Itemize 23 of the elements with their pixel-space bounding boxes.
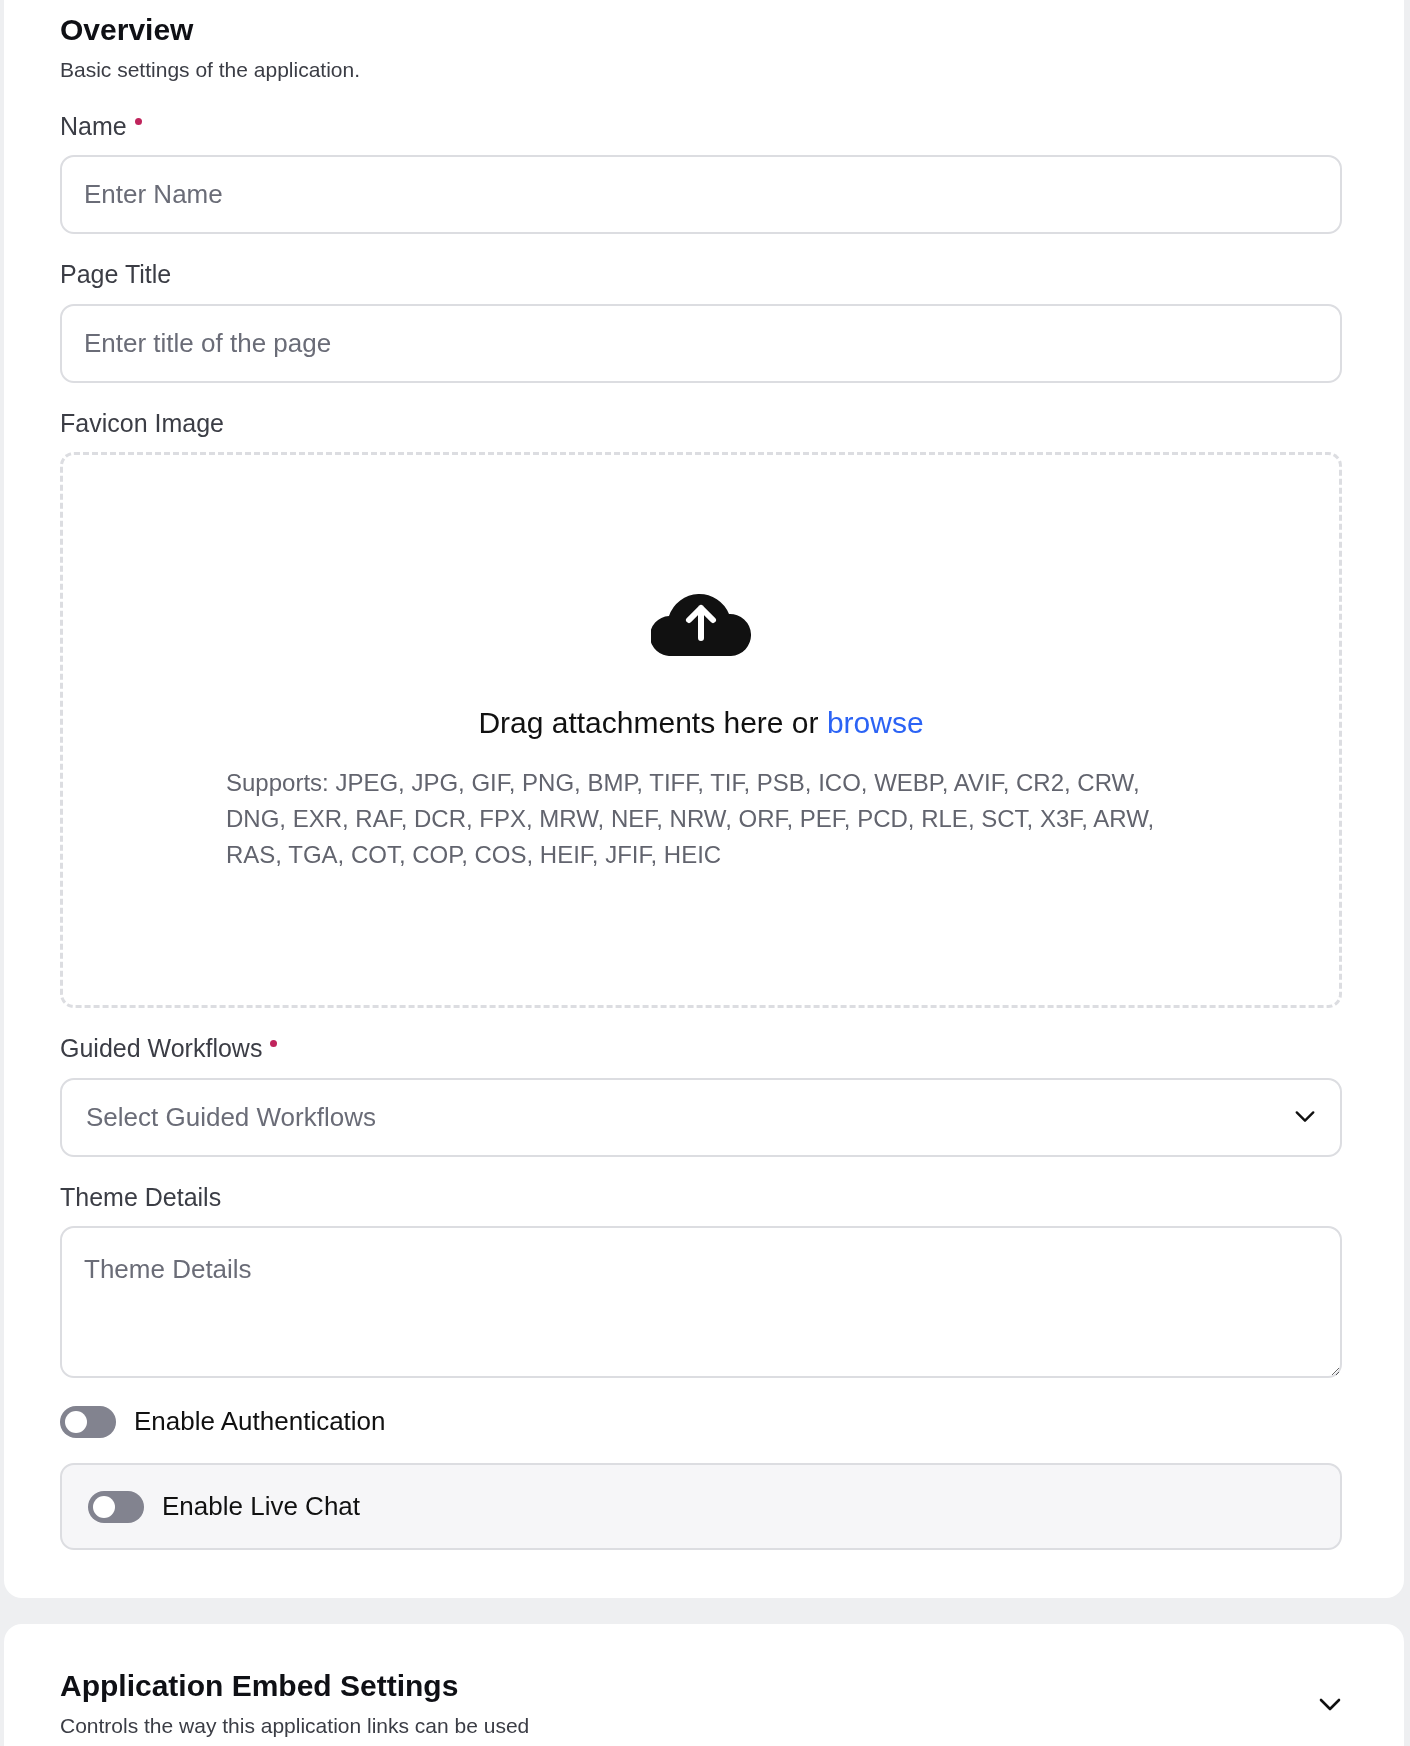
browse-link[interactable]: browse	[826, 705, 924, 739]
field-label: Page Title	[60, 259, 172, 290]
input-field[interactable]: Enter Name	[60, 155, 1342, 234]
section-title: Overview	[60, 12, 195, 48]
supported-formats: Supports: JPEG, JPG, GIF, PNG, BMP, TIFF, TIF, PSB, ICO, WEBP, AVIF, CR2, CRW, DNG, EXR, RAF, DCR, FPX, MRW, NEF, NRW, ORF, PEF, PCD, RLE, SCT, X3F, ARW, RAS, TGA, COT, COP, COS, HEIF, JFIF, HEIC	[226, 767, 1156, 870]
drop-zone[interactable]	[60, 452, 1342, 1008]
field-label: Name	[60, 110, 127, 142]
dropdown-select[interactable]: Select Guided Workflows	[60, 1077, 1342, 1157]
toggle-switch[interactable]	[88, 1490, 144, 1523]
toggle-switch[interactable]	[60, 1405, 116, 1438]
input-field[interactable]: Enter title of the page	[60, 303, 1342, 383]
drag-prompt: Drag attachments here or browse	[478, 704, 924, 741]
text-area[interactable]: Theme Details	[60, 1226, 1342, 1378]
required-dot	[270, 1040, 278, 1047]
field-label: Theme Details	[60, 1181, 222, 1213]
field-label: Favicon Image	[60, 407, 224, 439]
section-subtitle: Controls the way this application links can be used	[60, 1713, 530, 1739]
toggle-label: Enable Live Chat	[162, 1490, 361, 1523]
field-label: Guided Workflows	[60, 1033, 263, 1064]
required-dot	[134, 117, 142, 125]
section-title: Application Embed Settings	[60, 1668, 460, 1704]
section-subtitle: Basic settings of the application.	[60, 57, 361, 83]
toggle-label: Enable Authentication	[134, 1405, 386, 1438]
